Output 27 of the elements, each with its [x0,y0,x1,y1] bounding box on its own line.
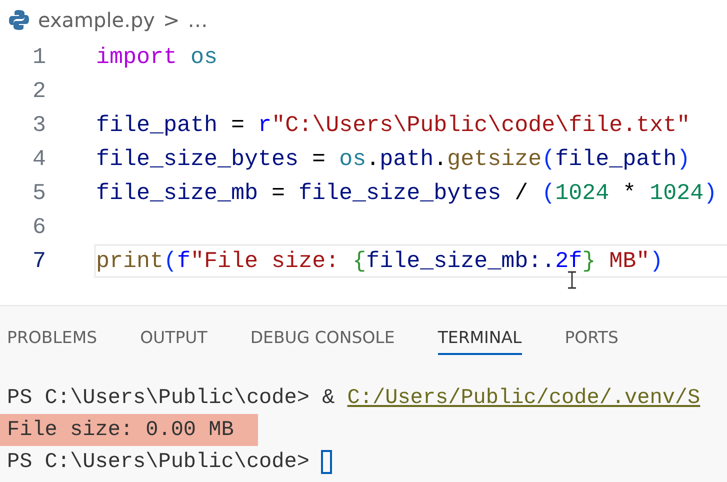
terminal-command: & [321,386,336,410]
panel-tab[interactable]: OUTPUT [140,322,208,354]
breadcrumb-more[interactable]: … [188,8,208,32]
panel-tab[interactable]: PROBLEMS [7,322,98,354]
file-name[interactable]: example.py [38,8,155,32]
line-number: 1 [31,44,46,70]
terminal-output: File size: 0.00 MB [0,414,258,446]
line-number: 2 [31,78,46,104]
code-line: file_size_bytes = os.path.getsize(file_path) [95,145,692,174]
code-line: file_size_mb = file_size_bytes / (1024 * 1024) [95,179,718,208]
python-logo-icon [8,9,30,31]
breadcrumb-separator: > [162,8,180,32]
line-number: 5 [31,180,46,206]
terminal-prompt: PS C:\Users\Public\code> [7,386,310,410]
code-line: print(f"File size: {file_size_mb:.2f} MB") [94,244,727,278]
line-number: 4 [31,146,46,172]
text-cursor-icon [567,271,577,289]
line-number: 7 [31,248,46,274]
panel-tab[interactable]: PORTS [564,322,618,354]
line-number: 3 [31,112,46,138]
code-line: file_path = r"C:\Users\Public\code\file.txt" [95,111,692,140]
code-line: import os [95,43,219,72]
terminal-prompt: PS C:\Users\Public\code> [7,450,310,474]
file-path-link[interactable]: C:/Users/Public/code/.venv/S [347,386,700,410]
panel-tab[interactable]: DEBUG CONSOLE [250,322,395,354]
panel-tab[interactable]: TERMINAL [438,322,522,354]
line-number: 6 [31,214,46,240]
